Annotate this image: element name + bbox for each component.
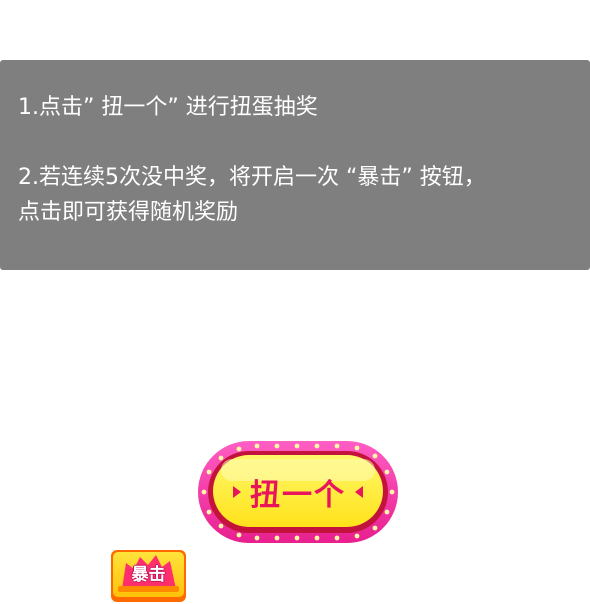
instruction-line-1: 1.点击” 扭一个” 进行扭蛋抽奖: [18, 95, 318, 120]
instructions-panel: 1.点击” 扭一个” 进行扭蛋抽奖 2.若连续5次没中奖，将开启一次 “暴击” …: [0, 60, 590, 270]
spin-button[interactable]: 扭一个: [197, 440, 399, 544]
page: 1.点击” 扭一个” 进行扭蛋抽奖 2.若连续5次没中奖，将开启一次 “暴击” …: [0, 0, 590, 604]
critical-hit-badge: [111, 550, 186, 602]
instruction-line-3: 点击即可获得随机奖励: [18, 200, 239, 225]
instruction-spacer: [18, 125, 572, 160]
critical-hit-button[interactable]: 暴击: [110, 549, 187, 603]
spin-button-frame: [198, 441, 398, 543]
instruction-line-2: 2.若连续5次没中奖，将开启一次 “暴击” 按钮，: [18, 165, 486, 190]
